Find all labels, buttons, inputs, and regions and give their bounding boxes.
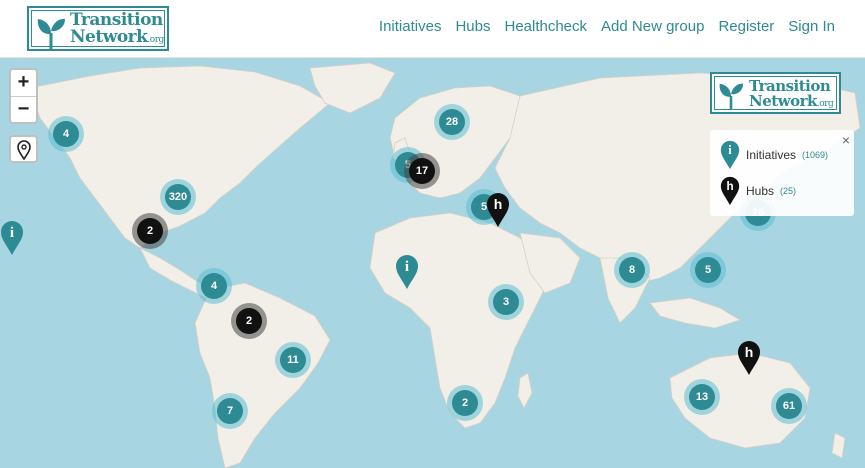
cluster-marker[interactable]: 7 <box>212 393 248 429</box>
cluster-marker[interactable]: 13 <box>684 379 720 415</box>
cluster-marker[interactable]: 11 <box>275 342 311 378</box>
cluster-marker[interactable]: 4 <box>196 268 232 304</box>
initiative-pin-icon: i <box>720 140 740 170</box>
nav-add-new-group[interactable]: Add New group <box>601 18 704 35</box>
legend-logo: Transition Network.org <box>710 72 841 114</box>
initiative-pin-icon[interactable]: i <box>395 254 421 290</box>
nav-hubs[interactable]: Hubs <box>455 18 490 35</box>
svg-text:i: i <box>405 259 409 275</box>
hub-pin-icon[interactable]: h <box>737 340 763 376</box>
legend-hubs-row[interactable]: h Hubs (25) <box>720 176 796 206</box>
svg-text:i: i <box>10 225 14 241</box>
cluster-marker[interactable]: 61 <box>771 388 807 424</box>
legend-initiatives-row[interactable]: i Initiatives (1069) <box>720 140 828 170</box>
initiative-pin-icon[interactable]: i <box>0 220 26 256</box>
legend-panel: × i Initiatives (1069) h Hubs (25) <box>710 130 854 216</box>
cluster-marker[interactable]: 8 <box>614 252 650 288</box>
sprout-icon <box>37 18 65 49</box>
main-nav: Initiatives Hubs Healthcheck Add New gro… <box>379 18 835 35</box>
map-legend: Transition Network.org × i Initiatives (… <box>710 72 854 216</box>
nav-sign-in[interactable]: Sign In <box>788 18 835 35</box>
hub-cluster-marker[interactable]: 2 <box>231 303 267 339</box>
site-logo[interactable]: Transition Network.org <box>27 6 169 51</box>
locate-button[interactable] <box>9 135 38 163</box>
sprout-icon <box>719 83 744 110</box>
close-icon[interactable]: × <box>842 132 850 148</box>
cluster-marker[interactable]: 28 <box>434 104 470 140</box>
hub-pin-icon: h <box>720 176 740 206</box>
cluster-marker[interactable]: 4 <box>48 116 84 152</box>
legend-initiatives-label: Initiatives <box>746 148 797 162</box>
site-header: Transition Network.org Initiatives Hubs … <box>0 0 865 58</box>
world-map[interactable]: 4 320 2 4 2 11 7 28 5 17 5 3 2 8 5 26 13… <box>0 58 865 468</box>
legend-hubs-count: (25) <box>780 186 797 196</box>
hub-pin-icon[interactable]: h <box>486 192 512 228</box>
legend-hubs-label: Hubs <box>746 184 775 198</box>
cluster-marker[interactable]: 2 <box>447 385 483 421</box>
hub-cluster-marker[interactable]: 2 <box>132 213 168 249</box>
svg-text:h: h <box>726 180 733 193</box>
logo-text: Transition Network.org <box>70 10 164 47</box>
zoom-control: + − <box>9 68 38 124</box>
svg-text:h: h <box>494 196 503 212</box>
zoom-in-button[interactable]: + <box>11 70 36 96</box>
nav-initiatives[interactable]: Initiatives <box>379 18 442 35</box>
location-pin-icon <box>17 140 31 160</box>
legend-initiatives-count: (1069) <box>802 150 829 160</box>
nav-register[interactable]: Register <box>718 18 774 35</box>
nav-healthcheck[interactable]: Healthcheck <box>504 18 587 35</box>
cluster-marker[interactable]: 5 <box>690 252 726 288</box>
svg-text:h: h <box>745 344 754 360</box>
svg-text:i: i <box>728 143 732 157</box>
cluster-marker[interactable]: 320 <box>160 179 196 215</box>
hub-cluster-marker[interactable]: 17 <box>404 153 440 189</box>
cluster-marker[interactable]: 3 <box>488 284 524 320</box>
zoom-out-button[interactable]: − <box>11 96 36 122</box>
